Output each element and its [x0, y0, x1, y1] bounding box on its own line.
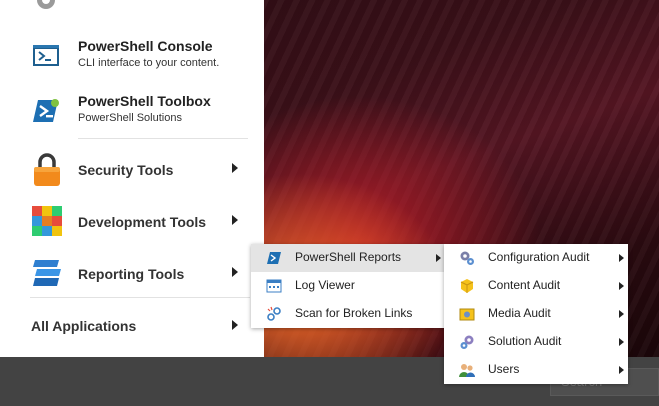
- chevron-right-icon: [232, 320, 238, 330]
- configuration-audit-label: Configuration Audit: [488, 250, 590, 264]
- gear-icon: [34, 0, 58, 12]
- log-viewer-icon: [266, 278, 282, 294]
- solution-gears-icon: [459, 334, 475, 350]
- solution-audit-item[interactable]: Solution Audit: [444, 328, 628, 356]
- solution-audit-label: Solution Audit: [488, 334, 562, 348]
- reporting-tools-icon: [31, 257, 63, 289]
- log-viewer-label: Log Viewer: [295, 278, 355, 292]
- powershell-toolbox-title: PowerShell Toolbox: [78, 93, 211, 109]
- reporting-tools-item[interactable]: Reporting Tools: [0, 251, 264, 295]
- chevron-right-icon: [232, 163, 238, 173]
- powershell-reports-item[interactable]: PowerShell Reports: [251, 244, 445, 272]
- rubiks-cube-icon: [31, 205, 63, 237]
- powershell-toolbox-subtitle: PowerShell Solutions: [78, 112, 182, 124]
- all-applications-label: All Applications: [31, 318, 137, 334]
- chevron-right-icon: [619, 254, 624, 262]
- start-menu: PowerShell Console CLI interface to your…: [0, 0, 264, 357]
- users-label: Users: [488, 362, 520, 376]
- gears-icon: [459, 250, 475, 266]
- development-tools-item[interactable]: Development Tools: [0, 199, 264, 243]
- users-icon: [459, 362, 475, 378]
- users-item[interactable]: Users: [444, 356, 628, 384]
- all-applications-item[interactable]: All Applications: [0, 318, 264, 338]
- console-icon: [31, 40, 61, 70]
- divider: [78, 138, 248, 139]
- media-audit-label: Media Audit: [488, 306, 551, 320]
- powershell-toolbox-item[interactable]: PowerShell Toolbox PowerShell Solutions: [0, 87, 264, 137]
- powershell-icon: [266, 250, 282, 266]
- media-audit-icon: [459, 306, 475, 322]
- chevron-right-icon: [232, 215, 238, 225]
- security-tools-label: Security Tools: [78, 162, 174, 178]
- powershell-console-title: PowerShell Console: [78, 38, 213, 54]
- configuration-audit-item[interactable]: Configuration Audit: [444, 244, 628, 272]
- security-tools-item[interactable]: Security Tools: [0, 147, 264, 191]
- powershell-console-item[interactable]: PowerShell Console CLI interface to your…: [0, 32, 264, 82]
- scan-broken-links-item[interactable]: Scan for Broken Links: [251, 300, 445, 328]
- chevron-right-icon: [436, 254, 441, 262]
- chevron-right-icon: [619, 310, 624, 318]
- chevron-right-icon: [619, 282, 624, 290]
- chevron-right-icon: [232, 267, 238, 277]
- powershell-console-subtitle: CLI interface to your content.: [78, 57, 220, 69]
- chevron-right-icon: [619, 338, 624, 346]
- reporting-tools-label: Reporting Tools: [78, 266, 185, 282]
- chevron-right-icon: [619, 366, 624, 374]
- powershell-toolbox-icon: [31, 95, 61, 125]
- broken-link-icon: [266, 306, 282, 322]
- powershell-reports-label: PowerShell Reports: [295, 250, 402, 264]
- powershell-reports-submenu: Configuration Audit Content Audit Media …: [444, 244, 628, 384]
- development-tools-label: Development Tools: [78, 214, 207, 230]
- content-audit-item[interactable]: Content Audit: [444, 272, 628, 300]
- scan-broken-links-label: Scan for Broken Links: [295, 306, 413, 320]
- content-audit-icon: [459, 278, 475, 294]
- divider: [30, 297, 250, 298]
- reporting-tools-submenu: PowerShell Reports Log Viewer Scan for B…: [251, 244, 445, 328]
- media-audit-item[interactable]: Media Audit: [444, 300, 628, 328]
- lock-icon: [31, 153, 63, 186]
- content-audit-label: Content Audit: [488, 278, 561, 292]
- log-viewer-item[interactable]: Log Viewer: [251, 272, 445, 300]
